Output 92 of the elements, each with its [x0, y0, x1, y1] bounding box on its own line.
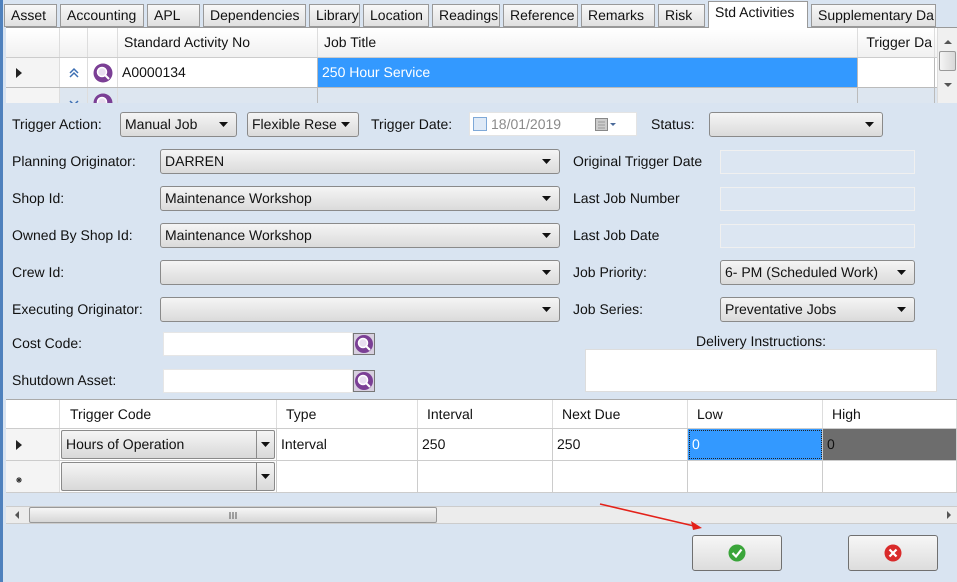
dropdown[interactable]: 6- PM (Scheduled Work) [720, 260, 915, 285]
field-label: Delivery Instructions: [696, 332, 826, 349]
checkmark-icon [728, 544, 746, 562]
caret-icon [341, 122, 350, 126]
table-cell: Interval [277, 429, 418, 460]
caret-icon [261, 474, 270, 479]
tab[interactable]: Risk [658, 4, 705, 27]
current-row-icon [16, 68, 22, 78]
field-label: Original Trigger Date [573, 152, 704, 171]
field-label: Crew Id: [12, 263, 66, 282]
caret-icon [897, 307, 906, 312]
field-label: Trigger Date: [371, 114, 454, 134]
field-label: Shop Id: [12, 189, 66, 208]
caret-icon [542, 233, 551, 238]
caret-icon [542, 270, 551, 275]
dropdown[interactable]: Flexible Rese [247, 112, 359, 136]
tab[interactable]: Supplementary Da [811, 4, 936, 27]
field-label: Job Series: [573, 300, 644, 319]
search-icon [353, 370, 375, 392]
tab[interactable]: Readings [432, 4, 500, 27]
table-cell: 0 [823, 429, 957, 460]
column-header[interactable]: Low [697, 404, 723, 424]
caret-icon [897, 270, 906, 275]
dropdown[interactable]: Maintenance Workshop [160, 223, 560, 248]
table-cell: 0 [688, 429, 823, 460]
caret-icon [542, 307, 551, 312]
input-field[interactable] [163, 368, 353, 392]
caret-icon [261, 442, 270, 447]
field-label: Cost Code: [12, 334, 84, 353]
text-area[interactable] [585, 349, 937, 392]
current-row-icon [16, 440, 22, 450]
dropdown[interactable]: DARREN [160, 149, 560, 174]
caret-icon [542, 159, 551, 164]
tab[interactable]: Dependencies [203, 4, 306, 27]
caret-icon [219, 122, 228, 126]
grip-icon [229, 512, 237, 518]
left-arrow-icon [15, 511, 19, 519]
column-header[interactable]: Trigger Code [70, 404, 152, 424]
dropdown[interactable] [160, 297, 560, 322]
up-arrow-icon [944, 40, 952, 44]
field-label: Last Job Number [573, 189, 681, 208]
scrollbar[interactable] [6, 506, 957, 524]
field-label: Planning Originator: [12, 152, 137, 171]
checkbox[interactable] [473, 117, 487, 131]
column-header[interactable]: Standard Activity No [124, 32, 250, 53]
field-label: Status: [651, 114, 696, 134]
row-header[interactable] [6, 58, 60, 87]
tab[interactable]: Accounting [60, 4, 144, 27]
tab[interactable]: Library [309, 4, 360, 27]
cancel-button[interactable] [848, 535, 938, 571]
dropdown[interactable]: Preventative Jobs [720, 297, 915, 322]
input-field[interactable] [163, 332, 353, 356]
column-header[interactable]: Type [286, 404, 316, 424]
dropdown[interactable] [160, 260, 560, 285]
down-arrow-icon [944, 83, 952, 87]
dropdown[interactable]: Maintenance Workshop [160, 186, 560, 211]
tab[interactable]: Remarks [581, 4, 655, 27]
column-header[interactable]: Trigger Da [866, 32, 932, 53]
table-cell: 250 Hour Service [318, 58, 858, 87]
tab[interactable]: Std Activities [708, 1, 808, 28]
dropdown[interactable] [709, 112, 883, 136]
right-arrow-icon [947, 511, 951, 519]
tab[interactable]: Asset [4, 4, 57, 27]
tab[interactable]: Reference [503, 4, 578, 27]
tab[interactable]: Location [363, 4, 429, 27]
dropdown[interactable]: Hours of Operation [61, 430, 275, 459]
search-icon [353, 332, 375, 354]
dropdown[interactable] [61, 462, 275, 491]
column-header[interactable]: Interval [427, 404, 473, 424]
field-label: Executing Originator: [12, 300, 144, 319]
search-icon [92, 62, 112, 82]
field-label: Shutdown Asset: [12, 371, 118, 390]
column-header[interactable]: Next Due [562, 404, 620, 424]
collapse-icon[interactable] [68, 66, 78, 78]
new-row-icon [16, 476, 22, 482]
dropdown[interactable]: Manual Job [120, 112, 237, 136]
tab[interactable]: APL [147, 4, 200, 27]
scroll-thumb[interactable] [29, 507, 437, 523]
ok-button[interactable] [692, 535, 782, 571]
close-icon [884, 544, 902, 562]
calendar-icon [595, 116, 617, 132]
column-header[interactable]: High [832, 404, 861, 424]
table-cell: 250 [418, 429, 553, 460]
scroll-thumb[interactable] [939, 51, 956, 71]
caret-icon [865, 122, 874, 126]
field-label: Job Priority: [573, 263, 648, 282]
scrollbar[interactable] [937, 28, 957, 103]
column-header[interactable]: Job Title [324, 32, 376, 53]
field-label: Owned By Shop Id: [12, 226, 134, 245]
field-label: Last Job Date [573, 226, 660, 245]
caret-icon [542, 196, 551, 201]
field-label: Trigger Action: [12, 114, 103, 134]
